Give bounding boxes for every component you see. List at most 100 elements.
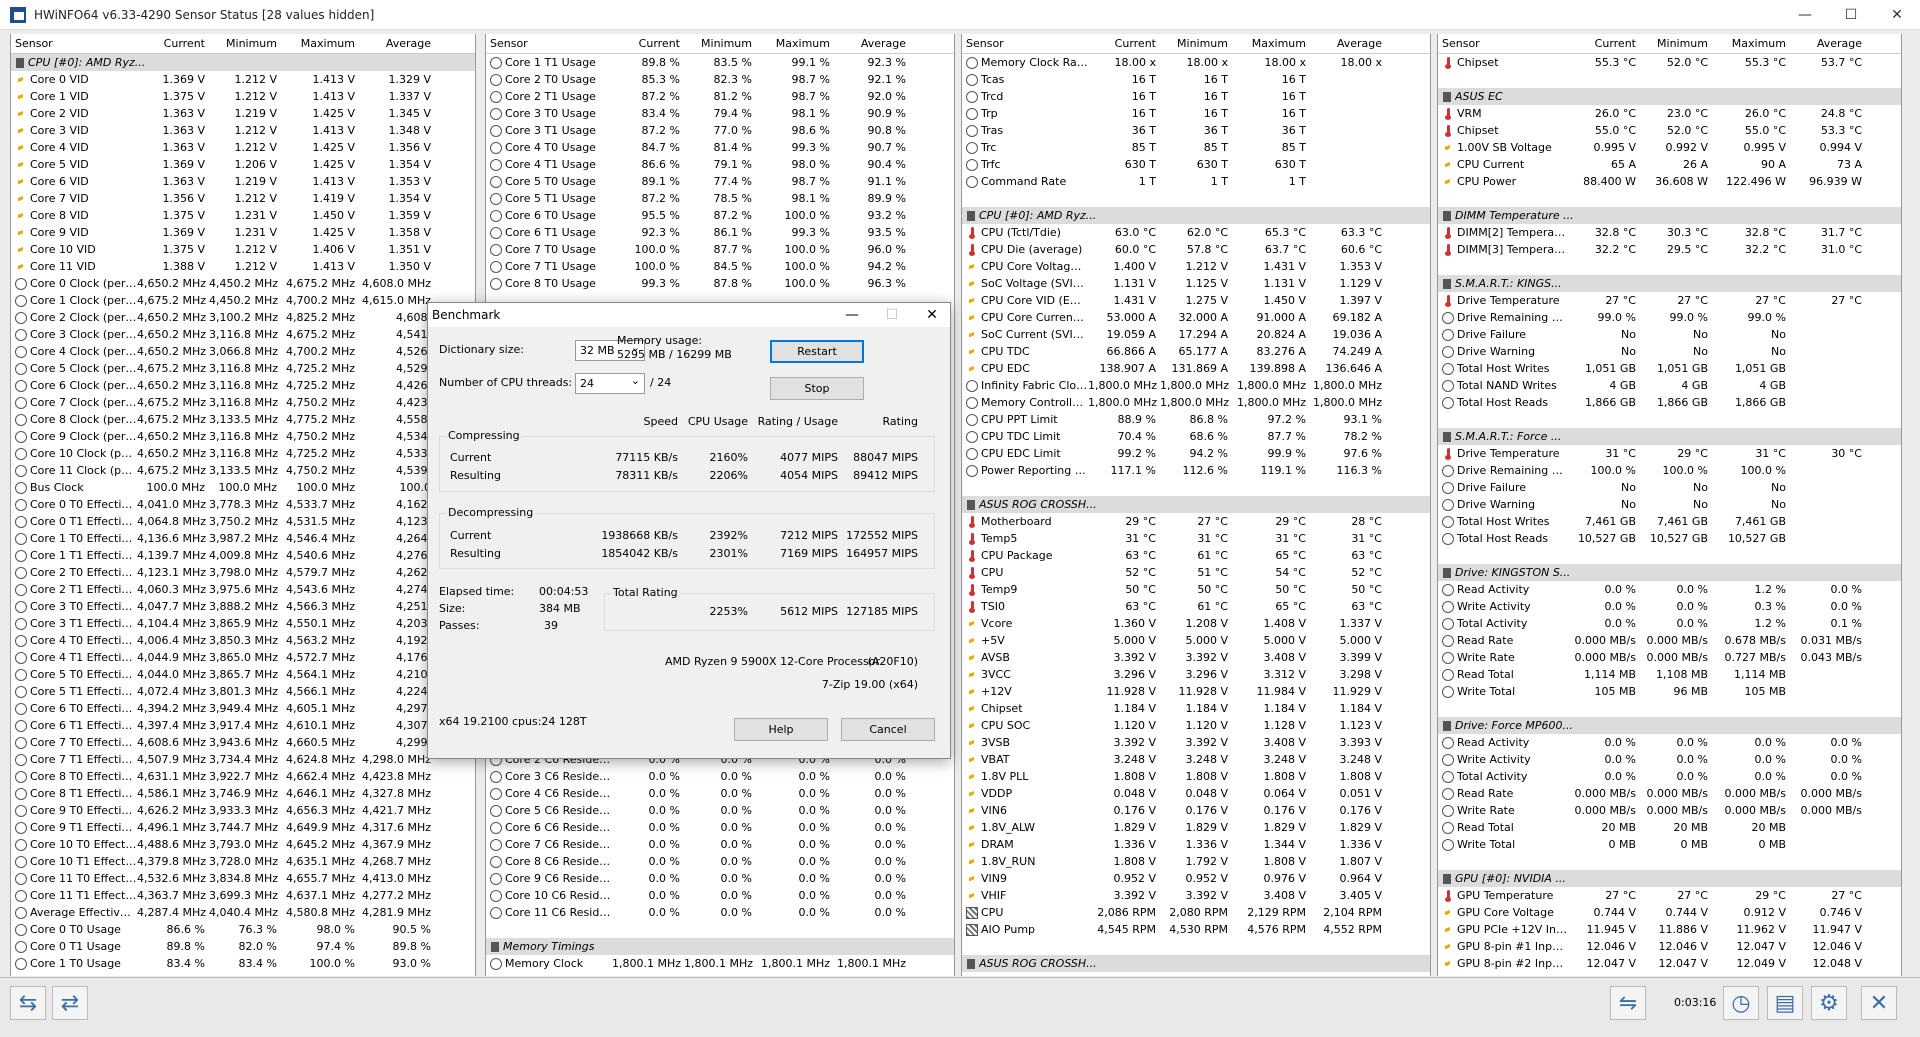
sensor-panel-1[interactable]: Sensor Current Minimum Maximum Average CPU [#…	[10, 34, 476, 976]
sensor-row[interactable]: Chipset 55.3 °C 52.0 °C 55.3 °C 53.7 °C	[1438, 54, 1901, 71]
sensor-row[interactable]: Core 9 Clock (perf ... 4,650.2 MHz 3,116.8…	[11, 428, 475, 445]
sensor-row[interactable]: Trc 85 T 85 T 85 T	[962, 139, 1430, 156]
column-header[interactable]: Sensor Current Minimum Maximum Average	[11, 34, 475, 54]
sensor-row[interactable]: CPU Current 65 A 26 A 90 A 73 A	[1438, 156, 1901, 173]
sensor-row[interactable]: Core 11 T0 Effectiv... 4,532.6 MHz 3,834.8…	[11, 870, 475, 887]
sensor-row[interactable]: Trp 16 T 16 T 16 T	[962, 105, 1430, 122]
stop-button[interactable]: Stop	[770, 377, 864, 400]
help-button[interactable]: Help	[734, 718, 828, 741]
sensor-row[interactable]: SoC Voltage (SVI2 ... 1.131 V 1.125 V 1.131…	[962, 275, 1430, 292]
sensor-group-header[interactable]: DIMM Temperature ...	[1438, 207, 1901, 224]
sensor-row[interactable]: Memory Clock Ratio 18.00 x 18.00 x 18.00 x 1…	[962, 54, 1430, 71]
sensor-row[interactable]: Core 6 VID 1.363 V 1.219 V 1.413 V 1.353 V	[11, 173, 475, 190]
header-minimum[interactable]: Minimum	[1160, 37, 1232, 50]
sensor-row[interactable]: Core 7 VID 1.356 V 1.212 V 1.419 V 1.354 V	[11, 190, 475, 207]
sensor-group-header[interactable]: CPU [#0]: AMD Ryz...	[11, 54, 475, 71]
sensor-row[interactable]: Core 6 T1 Effective... 4,397.4 MHz 3,917.4…	[11, 717, 475, 734]
sensor-row[interactable]: Core 8 VID 1.375 V 1.231 V 1.450 V 1.359 V	[11, 207, 475, 224]
arrows-lr-icon[interactable]: ⇆	[10, 986, 46, 1020]
sensor-row[interactable]: Total Activity 0.0 % 0.0 % 1.2 % 0.1 %	[1438, 615, 1901, 632]
sensor-row[interactable]: Total Host Reads 1,866 GB 1,866 GB 1,866 GB	[1438, 394, 1901, 411]
sensor-row[interactable]: 1.8V_RUN 1.808 V 1.792 V 1.808 V 1.807 V	[962, 853, 1430, 870]
minimize-button[interactable]: —	[1782, 0, 1828, 30]
sensor-row[interactable]: Core 5 C6 Residency 0.0 % 0.0 % 0.0 % 0.0 %	[486, 802, 954, 819]
sensor-row[interactable]: Memory Clock 1,800.1 MHz 1,800.1 MHz 1,800.…	[486, 955, 954, 972]
sensor-row[interactable]: Core 0 T1 Effective... 4,064.8 MHz 3,750.2…	[11, 513, 475, 530]
sensor-row[interactable]: GPU PCIe +12V Inp... 11.945 V 11.886 V 11.9…	[1438, 921, 1901, 938]
header-sensor[interactable]: Sensor	[11, 37, 137, 50]
sensor-row[interactable]: Core 10 C6 Residency 0.0 % 0.0 % 0.0 % 0.0 %	[486, 887, 954, 904]
sensor-row[interactable]: SoC Current (SVI2 ... 19.059 A 17.294 A 20.…	[962, 326, 1430, 343]
sensor-row[interactable]: Read Total 20 MB 20 MB 20 MB	[1438, 819, 1901, 836]
sensor-row[interactable]: Core 5 VID 1.369 V 1.206 V 1.425 V 1.354 V	[11, 156, 475, 173]
sensor-row[interactable]: Core 2 T0 Usage 85.3 % 82.3 % 98.7 % 92.1 %	[486, 71, 954, 88]
cpu-threads-select[interactable]: 24	[575, 373, 645, 394]
sensor-row[interactable]: Core 11 Clock (perf... 4,675.2 MHz 3,133.5…	[11, 462, 475, 479]
restart-button[interactable]: Restart	[770, 340, 864, 363]
sensor-row[interactable]: Read Rate 0.000 MB/s 0.000 MB/s 0.678 MB/s 0…	[1438, 632, 1901, 649]
sensor-row[interactable]: Tcas 16 T 16 T 16 T	[962, 71, 1430, 88]
header-maximum[interactable]: Maximum	[756, 37, 834, 50]
sensor-row[interactable]: Core 7 T1 Usage 100.0 % 84.5 % 100.0 % 94.2 …	[486, 258, 954, 275]
sensor-row[interactable]: DRAM 1.336 V 1.336 V 1.344 V 1.336 V	[962, 836, 1430, 853]
sensor-row[interactable]: Core 4 C6 Residency 0.0 % 0.0 % 0.0 % 0.0 %	[486, 785, 954, 802]
sensor-panel-3[interactable]: Sensor Current Minimum Maximum Average Memory…	[961, 34, 1431, 976]
sensor-row[interactable]: CPU 52 °C 51 °C 54 °C 52 °C	[962, 564, 1430, 581]
sensor-row[interactable]: Total Activity 0.0 % 0.0 % 0.0 % 0.0 %	[1438, 768, 1901, 785]
sensor-row[interactable]: Core 2 T1 Usage 87.2 % 81.2 % 98.7 % 92.0 %	[486, 88, 954, 105]
sensor-row[interactable]: Core 3 T1 Usage 87.2 % 77.0 % 98.6 % 90.8 %	[486, 122, 954, 139]
sensor-row[interactable]: Core 2 Clock (perf ... 4,650.2 MHz 3,100.2…	[11, 309, 475, 326]
header-current[interactable]: Current	[1568, 37, 1640, 50]
sensor-row[interactable]: VIN9 0.952 V 0.952 V 0.976 V 0.964 V	[962, 870, 1430, 887]
sensor-row[interactable]: VBAT 3.248 V 3.248 V 3.248 V 3.248 V	[962, 751, 1430, 768]
sensor-row[interactable]: Bus Clock 100.0 MHz 100.0 MHz 100.0 MHz 100.…	[11, 479, 475, 496]
sensor-row[interactable]: CPU (Tctl/Tdie) 63.0 °C 62.0 °C 65.3 °C 63.3…	[962, 224, 1430, 241]
sensor-row[interactable]: CPU Package 63 °C 61 °C 65 °C 63 °C	[962, 547, 1430, 564]
sensor-row[interactable]: Core 7 T0 Usage 100.0 % 87.7 % 100.0 % 96.0 …	[486, 241, 954, 258]
sensor-row[interactable]: Tras 36 T 36 T 36 T	[962, 122, 1430, 139]
header-average[interactable]: Average	[1790, 37, 1866, 50]
sensor-row[interactable]: Core 6 T1 Usage 92.3 % 86.1 % 99.3 % 93.5 %	[486, 224, 954, 241]
sensor-row[interactable]: CPU Core Voltage (... 1.400 V 1.212 V 1.431…	[962, 258, 1430, 275]
sensor-row[interactable]: Read Total 1,114 MB 1,108 MB 1,114 MB	[1438, 666, 1901, 683]
header-average[interactable]: Average	[359, 37, 435, 50]
sensor-row[interactable]: Read Activity 0.0 % 0.0 % 0.0 % 0.0 %	[1438, 734, 1901, 751]
sensor-row[interactable]: Core 2 T1 Effective... 4,060.3 MHz 3,975.6…	[11, 581, 475, 598]
sensor-row[interactable]: Core 10 T1 Effectiv... 4,379.8 MHz 3,728.0…	[11, 853, 475, 870]
sensor-group-header[interactable]: S.M.A.R.T.: KINGS...	[1438, 275, 1901, 292]
header-average[interactable]: Average	[834, 37, 910, 50]
sensor-row[interactable]: Core 8 T0 Effective... 4,631.1 MHz 3,922.7…	[11, 768, 475, 785]
sensor-row[interactable]: Core 3 T0 Effective... 4,047.7 MHz 3,888.2…	[11, 598, 475, 615]
sensor-group-header[interactable]: Memory Timings	[486, 938, 954, 955]
sensor-row[interactable]: Core 4 T0 Usage 84.7 % 81.4 % 99.3 % 90.7 %	[486, 139, 954, 156]
sensor-row[interactable]: Core 4 T0 Effective... 4,006.4 MHz 3,850.3…	[11, 632, 475, 649]
sensor-row[interactable]: Core 6 Clock (perf ... 4,650.2 MHz 3,116.8…	[11, 377, 475, 394]
sensor-row[interactable]: VIN6 0.176 V 0.176 V 0.176 V 0.176 V	[962, 802, 1430, 819]
sensor-row[interactable]: CPU TDC 66.866 A 65.177 A 83.276 A 74.249 A	[962, 343, 1430, 360]
sensor-row[interactable]: Core 3 T1 Effective... 4,104.4 MHz 3,865.9…	[11, 615, 475, 632]
sensor-group-header[interactable]: ASUS EC	[1438, 88, 1901, 105]
dialog-minimize-button[interactable]: —	[832, 303, 872, 327]
sensor-row[interactable]: Core 6 C6 Residency 0.0 % 0.0 % 0.0 % 0.0 %	[486, 819, 954, 836]
sensor-row[interactable]: Drive Temperature 31 °C 29 °C 31 °C 30 °C	[1438, 445, 1901, 462]
network-icon[interactable]: ⇋	[1610, 986, 1646, 1020]
sensor-row[interactable]: CPU PPT Limit 88.9 % 86.8 % 97.2 % 93.1 %	[962, 411, 1430, 428]
sensor-row[interactable]: Core 0 T0 Effective... 4,041.0 MHz 3,778.3…	[11, 496, 475, 513]
sensor-row[interactable]: Core 11 C6 Residency 0.0 % 0.0 % 0.0 % 0.0 %	[486, 904, 954, 921]
sensor-row[interactable]: Write Rate 0.000 MB/s 0.000 MB/s 0.727 MB/s…	[1438, 649, 1901, 666]
sensor-row[interactable]: Core 0 T0 Usage 86.6 % 76.3 % 98.0 % 90.5 %	[11, 921, 475, 938]
sensor-row[interactable]: Core 2 VID 1.363 V 1.219 V 1.425 V 1.345 V	[11, 105, 475, 122]
dialog-close-button[interactable]: ✕	[912, 303, 952, 327]
sensor-row[interactable]: Total NAND Writes 4 GB 4 GB 4 GB	[1438, 377, 1901, 394]
sensor-row[interactable]: Core 8 T0 Usage 99.3 % 87.8 % 100.0 % 96.3 %	[486, 275, 954, 292]
sensor-row[interactable]: VHIF 3.392 V 3.392 V 3.408 V 3.405 V	[962, 887, 1430, 904]
header-minimum[interactable]: Minimum	[1640, 37, 1712, 50]
sensor-row[interactable]: VRM 26.0 °C 23.0 °C 26.0 °C 24.8 °C	[1438, 105, 1901, 122]
sensor-row[interactable]: Core 5 Clock (perf ... 4,675.2 MHz 3,116.8…	[11, 360, 475, 377]
sensor-row[interactable]: Drive Warning No No No	[1438, 496, 1901, 513]
sensor-row[interactable]: Read Activity 0.0 % 0.0 % 1.2 % 0.0 %	[1438, 581, 1901, 598]
sensor-row[interactable]: Core 4 T1 Usage 86.6 % 79.1 % 98.0 % 90.4 %	[486, 156, 954, 173]
sensor-row[interactable]: Drive Remaining Life 100.0 % 100.0 % 100.0 …	[1438, 462, 1901, 479]
sensor-group-header[interactable]: ASUS ROG CROSSH...	[962, 496, 1430, 513]
sensor-row[interactable]: Core 4 Clock (perf ... 4,650.2 MHz 3,066.8…	[11, 343, 475, 360]
